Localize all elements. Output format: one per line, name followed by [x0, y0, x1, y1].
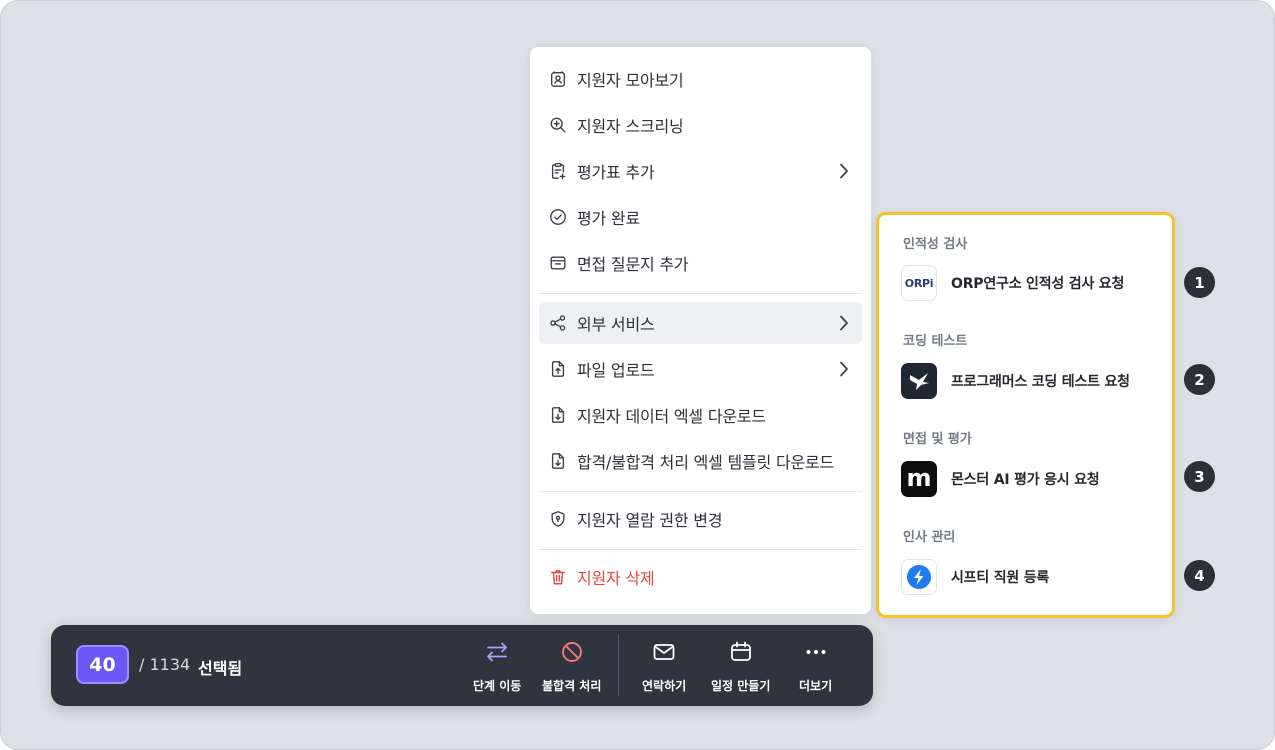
action-label: 불합격 처리	[542, 679, 602, 693]
monster-logo-text: m	[906, 463, 932, 492]
service-name: 몬스터 AI 평가 응시 요청	[951, 472, 1100, 488]
clipboard-add-icon	[549, 162, 567, 180]
reject-button[interactable]: 불합격 처리	[542, 639, 601, 699]
app-canvas: 지원자 모아보기 지원자 스크리닝 평가표 추가 평가 완료 면접 질문지 추가…	[0, 0, 1275, 750]
marker-1: 1	[1184, 267, 1215, 298]
service-orp-aptitude-test[interactable]: ORPi ORP연구소 인적성 검사 요청	[901, 263, 1151, 303]
create-schedule-button[interactable]: 일정 만들기	[711, 639, 770, 699]
menu-item-label: 지원자 삭제	[577, 569, 655, 588]
menu-item-label: 평가 완료	[577, 209, 640, 228]
marker-4: 4	[1184, 560, 1215, 591]
menu-divider	[539, 491, 862, 492]
marker-3: 3	[1184, 461, 1215, 492]
section-title-hr: 인사 관리	[903, 530, 956, 545]
mail-icon	[653, 644, 675, 660]
calendar-icon	[730, 641, 751, 661]
move-stage-button[interactable]: 단계 이동	[473, 639, 521, 699]
action-label: 더보기	[799, 679, 833, 693]
service-name: 프로그래머스 코딩 테스트 요청	[951, 374, 1130, 390]
contact-button[interactable]: 연락하기	[642, 639, 686, 699]
context-menu: 지원자 모아보기 지원자 스크리닝 평가표 추가 평가 완료 면접 질문지 추가…	[529, 46, 872, 615]
menu-item-add-scorecard[interactable]: 평가표 추가	[539, 150, 862, 192]
chevron-right-icon	[840, 163, 848, 179]
orp-logo-text: ORPi	[904, 276, 934, 290]
orp-logo: ORPi	[901, 265, 937, 301]
file-download-icon	[549, 406, 567, 424]
menu-item-label: 평가표 추가	[577, 163, 655, 182]
more-button[interactable]: 더보기	[799, 639, 832, 699]
service-name: ORP연구소 인적성 검사 요청	[951, 276, 1125, 292]
menu-item-download-pass-fail-template[interactable]: 합격/불합격 처리 엑셀 템플릿 다운로드	[539, 440, 862, 482]
share-icon	[549, 314, 567, 332]
menu-item-label: 지원자 열람 권한 변경	[577, 511, 723, 530]
menu-item-delete-applicant[interactable]: 지원자 삭제	[539, 556, 862, 598]
section-title-coding-test: 코딩 테스트	[903, 334, 968, 349]
service-programmers-coding-test[interactable]: 프로그래머스 코딩 테스트 요청	[901, 361, 1151, 401]
selected-count-badge: 40	[76, 645, 129, 684]
menu-item-label: 외부 서비스	[577, 315, 655, 334]
menu-item-download-applicant-excel[interactable]: 지원자 데이터 엑셀 다운로드	[539, 394, 862, 436]
swap-arrows-icon	[487, 642, 508, 662]
menu-item-screening[interactable]: 지원자 스크리닝	[539, 104, 862, 146]
action-divider	[618, 634, 619, 696]
menu-divider	[539, 549, 862, 550]
chevron-right-icon	[840, 361, 848, 377]
action-label: 연락하기	[642, 679, 687, 693]
selected-label: 선택됨	[198, 659, 243, 678]
menu-item-label: 지원자 스크리닝	[577, 117, 684, 136]
menu-item-change-access[interactable]: 지원자 열람 권한 변경	[539, 498, 862, 540]
search-plus-icon	[549, 116, 567, 134]
trash-icon	[549, 568, 567, 586]
shiftee-logo	[901, 559, 937, 595]
more-dots-icon	[806, 650, 826, 654]
shield-lock-icon	[549, 510, 567, 528]
monster-logo: m	[901, 461, 937, 497]
section-title-interview: 면접 및 평가	[903, 432, 972, 447]
marker-2: 2	[1184, 364, 1215, 395]
file-download-icon	[549, 452, 567, 470]
menu-item-add-interview-questions[interactable]: 면접 질문지 추가	[539, 242, 862, 284]
menu-item-label: 지원자 데이터 엑셀 다운로드	[577, 407, 766, 426]
menu-item-label: 지원자 모아보기	[577, 71, 684, 90]
service-monster-ai-evaluation[interactable]: m 몬스터 AI 평가 응시 요청	[901, 459, 1151, 499]
check-circle-icon	[549, 208, 567, 226]
menu-item-file-upload[interactable]: 파일 업로드	[539, 348, 862, 390]
action-label: 일정 만들기	[711, 679, 771, 693]
chevron-right-icon	[840, 315, 848, 331]
menu-item-complete-evaluation[interactable]: 평가 완료	[539, 196, 862, 238]
menu-item-label: 합격/불합격 처리 엑셀 템플릿 다운로드	[577, 453, 835, 472]
programmers-logo	[901, 363, 937, 399]
action-label: 단계 이동	[473, 679, 522, 693]
menu-item-external-services[interactable]: 외부 서비스	[539, 302, 862, 344]
service-shiftee-register[interactable]: 시프티 직원 등록	[901, 557, 1151, 597]
lightning-icon	[907, 565, 931, 589]
total-count: / 1134	[139, 655, 191, 674]
file-upload-icon	[549, 360, 567, 378]
contact-card-icon	[549, 70, 567, 88]
menu-item-view-applicants[interactable]: 지원자 모아보기	[539, 58, 862, 100]
bulk-action-bar: 40 / 1134 선택됨 단계 이동 불합격 처리 연락하기 일정 만들기 더…	[51, 625, 873, 706]
section-title-aptitude: 인적성 검사	[903, 237, 968, 252]
ban-icon	[561, 642, 582, 662]
menu-item-label: 파일 업로드	[577, 361, 655, 380]
external-services-submenu: 인적성 검사 ORPi ORP연구소 인적성 검사 요청 코딩 테스트 프로그래…	[876, 212, 1175, 618]
bird-icon	[910, 373, 929, 390]
service-name: 시프티 직원 등록	[951, 570, 1050, 586]
menu-divider	[539, 293, 862, 294]
archive-icon	[549, 254, 567, 272]
menu-item-label: 면접 질문지 추가	[577, 255, 689, 274]
